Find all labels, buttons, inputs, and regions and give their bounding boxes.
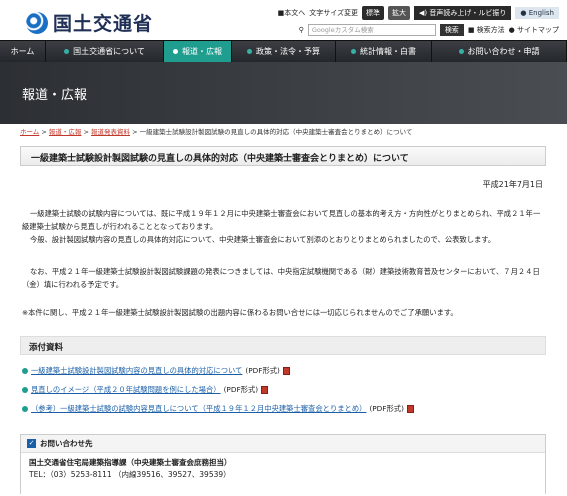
search-input[interactable]: Googleカスタム検索 (307, 24, 436, 36)
nav-about[interactable]: 国土交通省について (46, 41, 164, 62)
text-size-enlarge-button[interactable]: 拡大 (388, 6, 411, 20)
contact-box: ✓ お問い合わせ先 国土交通省住宅局建築指導課（中央建築士審査会庶務担当） TE… (20, 434, 546, 494)
section-title: 報道・広報 (22, 87, 88, 103)
breadcrumb-home[interactable]: ホーム (20, 128, 39, 136)
page-title: 一級建築士試験設計製図試験の見直しの具体的対応（中央建築士審査会とりまとめ）につ… (31, 154, 409, 164)
body-paragraph: 一級建築士試験の試験内容については、既に平成１９年１２月に中央建築士審査会におい… (22, 209, 541, 231)
skip-to-main-link[interactable]: ■本文へ (278, 8, 306, 18)
text-size-standard-button[interactable]: 標準 (362, 6, 385, 20)
bullet-icon (458, 49, 464, 54)
sitemap-link[interactable]: ● サイトマップ (509, 25, 559, 35)
body-paragraph: 今般、設計製図試験内容の見直しの具体的対応について、中央建築士審査会において別添… (30, 235, 496, 244)
text-size-label: 文字サイズ変更 (309, 9, 359, 17)
contact-heading: ✓ お問い合わせ先 (21, 435, 545, 453)
pdf-icon (282, 367, 290, 375)
mlit-emblem-icon (26, 11, 48, 34)
pdf-icon (261, 386, 269, 394)
logo[interactable]: 国土交通省 (26, 9, 153, 36)
page-title-box: 一級建築士試験設計製図試験の見直しの具体的対応（中央建築士審査会とりまとめ）につ… (20, 146, 546, 166)
contact-tel: TEL：（03）5253-8111 （内線39516、39527、39539） (29, 470, 231, 479)
attachment-link[interactable]: 見直しのイメージ（平成２０年試験問題を例にした場合） (31, 385, 221, 395)
contact-icon: ✓ (27, 439, 36, 448)
attachment-item: （参考）一級建築士試験の試験内容見直しについて（平成１９年１２月中央建築士審査会… (22, 404, 414, 414)
breadcrumb-press[interactable]: 報道・広報 (49, 128, 82, 136)
bullet-icon (22, 387, 28, 393)
search-icon: ⚲ (298, 26, 304, 34)
attachment-item: 見直しのイメージ（平成２０年試験問題を例にした場合） (PDF形式) (22, 385, 269, 395)
utility-bar: ■本文へ 文字サイズ変更 標準 拡大 ◀) 音声読み上げ・ルビ振り ● Engl… (278, 6, 559, 20)
bullet-icon (351, 49, 356, 54)
body-paragraph: なお、平成２１年一級建築士試験設計製図試験課題の発表につきましては、中央指定試験… (22, 267, 540, 289)
contact-org: 国土交通省住宅局建築指導課（中央建築士審査会庶務担当） (29, 458, 232, 467)
nav-statistics[interactable]: 統計情報・白書 (336, 41, 432, 62)
global-nav: ホーム 国土交通省について 報道・広報 政策・法令・予算 統計情報・白書 お問い… (0, 40, 567, 62)
publish-date: 平成21年7月1日 (482, 180, 543, 189)
voice-reading-button[interactable]: ◀) 音声読み上げ・ルビ振り (414, 6, 512, 20)
section-banner: 報道・広報 (0, 62, 567, 124)
pdf-icon (406, 405, 414, 413)
nav-home[interactable]: ホーム (0, 41, 46, 62)
logo-text: 国土交通省 (53, 13, 154, 35)
bullet-icon (247, 49, 252, 54)
notice-paragraph: ※本件に関し、平成２１年一級建築士試験設計製図試験の出題内容に係わるお問い合せに… (22, 308, 458, 317)
breadcrumb: ホーム > 報道・広報 > 報道発表資料 > 一級建築士試験設計製図試験の見直し… (20, 128, 413, 136)
attachment-item: 一級建築士試験設計製図試験内容の見直しの具体的対応について (PDF形式) (22, 366, 290, 376)
breadcrumb-current: 一級建築士試験設計製図試験の見直しの具体的対応（中央建築士審査会とりまとめ）につ… (139, 128, 413, 136)
bullet-icon (173, 49, 178, 54)
attachments-heading: 添付資料 (20, 336, 546, 355)
search-method-link[interactable]: ■ 検索方法 (468, 25, 505, 35)
bullet-icon (22, 368, 28, 374)
bullet-icon (64, 49, 70, 54)
nav-contact[interactable]: お問い合わせ・申請 (432, 41, 567, 62)
attachment-link[interactable]: 一級建築士試験設計製図試験内容の見直しの具体的対応について (31, 366, 242, 376)
nav-policy[interactable]: 政策・法令・予算 (232, 41, 336, 62)
nav-press[interactable]: 報道・広報 (164, 41, 232, 62)
bullet-icon (22, 406, 28, 412)
attachment-link[interactable]: （参考）一級建築士試験の試験内容見直しについて（平成１９年１２月中央建築士審査会… (31, 404, 366, 414)
search-bar: ⚲ Googleカスタム検索 検索 ■ 検索方法 ● サイトマップ (299, 24, 559, 36)
site-header: 国土交通省 ■本文へ 文字サイズ変更 標準 拡大 ◀) 音声読み上げ・ルビ振り … (0, 0, 567, 40)
contact-body: 国土交通省住宅局建築指導課（中央建築士審査会庶務担当） TEL：（03）5253… (21, 453, 545, 494)
breadcrumb-release[interactable]: 報道発表資料 (91, 128, 130, 136)
english-link[interactable]: ● English (515, 7, 559, 19)
search-button[interactable]: 検索 (439, 24, 464, 36)
